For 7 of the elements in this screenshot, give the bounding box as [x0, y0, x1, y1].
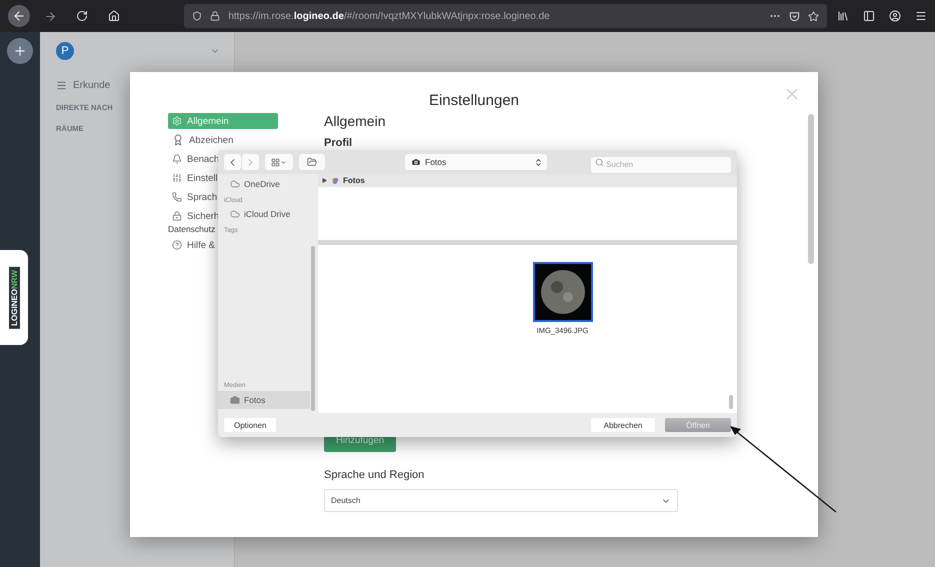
subheading: Profil — [324, 137, 354, 149]
settings-nav-text: Datenschutz — [168, 224, 216, 234]
url-text: https://im.rose.logineo.de/#/room/!vqztMXYlubkWAtjnpx:rose.logineo.de — [228, 10, 551, 22]
section-heading: Sprache und Region — [324, 469, 426, 481]
section-heading: Allgemein — [324, 113, 386, 129]
dialog-title: Einstellungen — [428, 92, 520, 109]
logo-text: LOGINEONRW — [8, 266, 20, 328]
